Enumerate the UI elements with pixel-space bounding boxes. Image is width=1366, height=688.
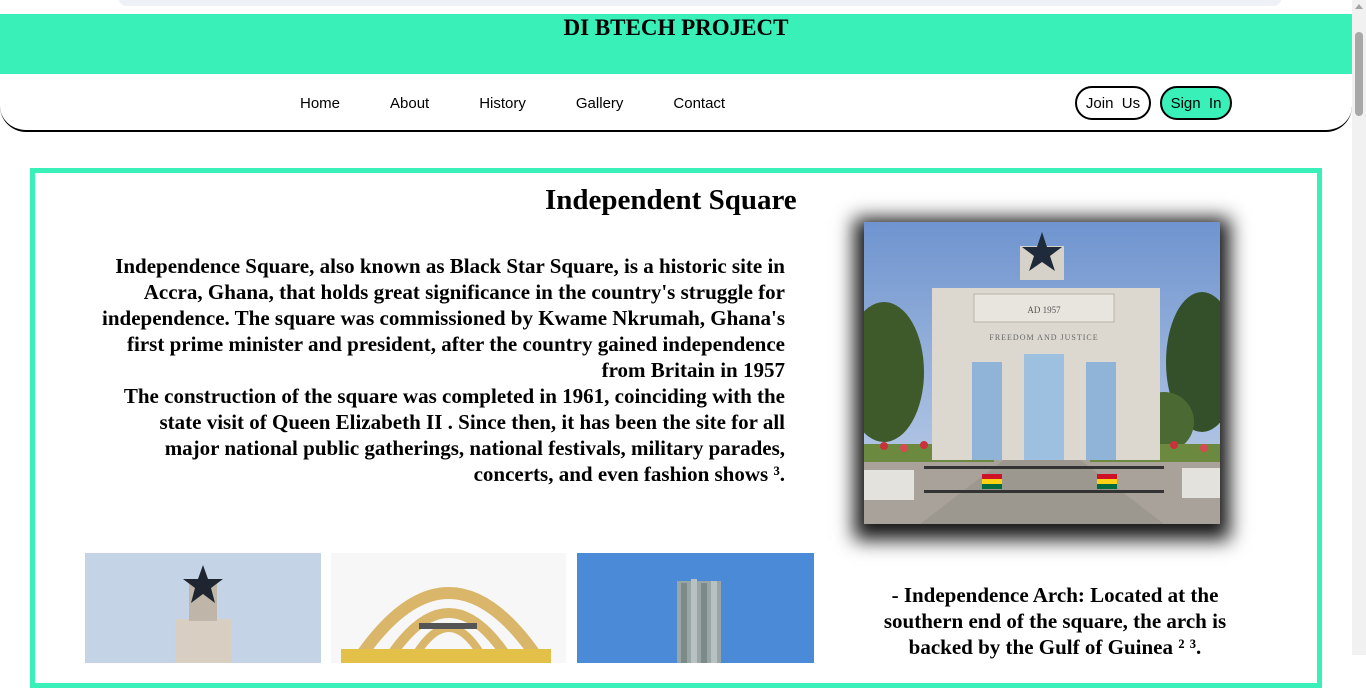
- site-title: DI BTECH PROJECT: [563, 15, 789, 40]
- description-paragraph-2: The construction of the square was compl…: [123, 384, 785, 486]
- scrollbar-thumb[interactable]: [1355, 32, 1363, 116]
- nav-link-about[interactable]: About: [390, 95, 429, 112]
- site-header: DI BTECH PROJECT: [0, 14, 1352, 74]
- gallery-thumbnail-gold-arches: [331, 553, 566, 663]
- arch-inscription-bottom: FREEDOM AND JUSTICE: [989, 333, 1098, 342]
- nav-links: Home About History Gallery Contact: [300, 95, 775, 112]
- page-scrollbar[interactable]: [1352, 0, 1366, 655]
- description-text: Independence Square, also known as Black…: [100, 253, 785, 487]
- navbar: Home About History Gallery Contact Join …: [0, 74, 1352, 132]
- nav-link-contact[interactable]: Contact: [673, 95, 725, 112]
- gallery-thumbnail-mausoleum: [577, 553, 814, 663]
- nav-link-gallery[interactable]: Gallery: [576, 95, 624, 112]
- arch-inscription-top: AD 1957: [1027, 305, 1061, 315]
- scroll-up-arrow-icon[interactable]: [1355, 4, 1363, 9]
- section-title: Independent Square: [545, 184, 797, 216]
- arch-illustration: AD 1957 FREEDOM AND JUSTICE: [864, 222, 1220, 524]
- star-monument-illustration: [85, 553, 321, 663]
- address-bar-edge: [118, 0, 1282, 6]
- gallery-thumbnail-star-monument: [85, 553, 321, 663]
- gold-arches-illustration: [331, 553, 566, 663]
- mausoleum-illustration: [577, 553, 814, 663]
- nav-link-home[interactable]: Home: [300, 95, 340, 112]
- independence-arch-photo: AD 1957 FREEDOM AND JUSTICE: [864, 222, 1220, 524]
- nav-link-history[interactable]: History: [479, 95, 526, 112]
- description-paragraph-1: Independence Square, also known as Black…: [102, 254, 785, 382]
- sign-in-button[interactable]: Sign In: [1160, 86, 1232, 120]
- join-us-button[interactable]: Join Us: [1075, 86, 1151, 120]
- browser-top-sliver: [0, 0, 1352, 14]
- arch-caption: - Independence Arch: Located at the sout…: [883, 583, 1227, 659]
